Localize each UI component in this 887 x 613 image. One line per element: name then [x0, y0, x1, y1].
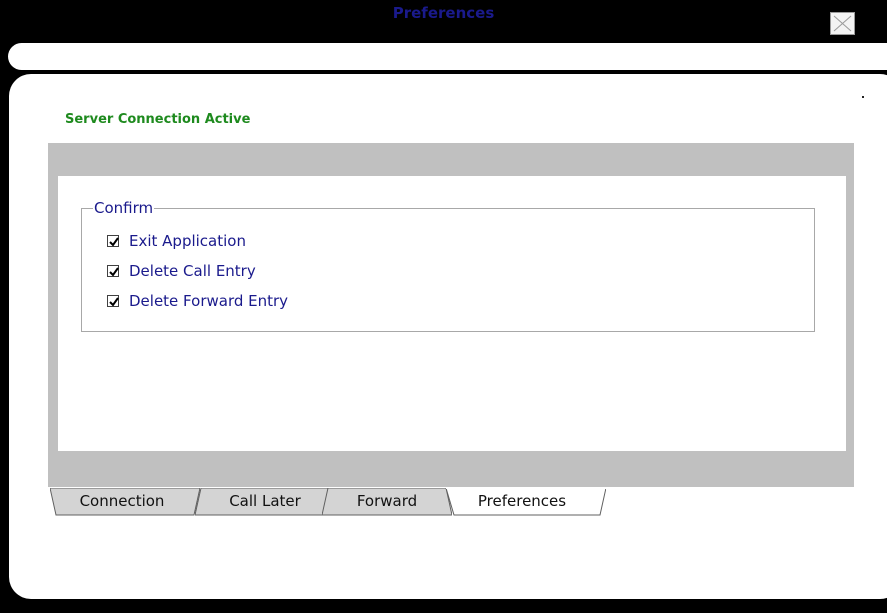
tab-forward[interactable]: Forward [322, 488, 452, 516]
exit-application-checkbox-row[interactable]: Exit Application [107, 231, 246, 251]
checkmark-icon [109, 297, 119, 307]
tab-forward-label: Forward [356, 492, 418, 510]
connection-status: Server Connection Active [65, 112, 251, 127]
exit-application-checkbox[interactable] [107, 235, 119, 247]
tab-call-later[interactable]: Call Later [195, 488, 335, 516]
checkmark-icon [109, 237, 119, 247]
window-title: Preferences [392, 4, 495, 22]
tab-connection-label: Connection [79, 492, 165, 510]
delete-forward-entry-label: Delete Forward Entry [129, 292, 289, 310]
tab-call-later-label: Call Later [229, 492, 301, 510]
tab-preferences[interactable]: Preferences [446, 488, 606, 516]
decorative-dot [862, 96, 864, 98]
checkmark-icon [109, 267, 119, 277]
tab-connection[interactable]: Connection [50, 488, 200, 516]
delete-forward-entry-checkbox-row[interactable]: Delete Forward Entry [107, 291, 288, 311]
preferences-window: Preferences Server Connection Active Con… [0, 0, 887, 613]
tab-preferences-label: Preferences [477, 492, 567, 510]
title-bar [8, 43, 887, 70]
delete-call-entry-checkbox-row[interactable]: Delete Call Entry [107, 261, 256, 281]
confirm-legend: Confirm [94, 199, 154, 217]
delete-call-entry-label: Delete Call Entry [129, 262, 256, 280]
delete-call-entry-checkbox[interactable] [107, 265, 119, 277]
exit-application-label: Exit Application [129, 232, 246, 250]
delete-forward-entry-checkbox[interactable] [107, 295, 119, 307]
